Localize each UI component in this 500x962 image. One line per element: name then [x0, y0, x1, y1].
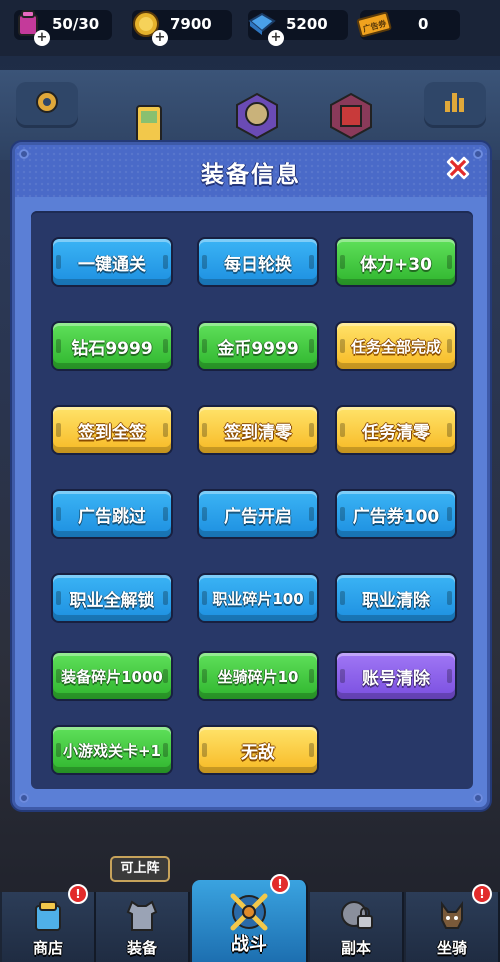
clear-classes-button[interactable]: 职业清除 [335, 573, 457, 623]
tab-label: 商店 [32, 939, 63, 957]
unlock-all-classes-button[interactable]: 职业全解锁 [51, 573, 173, 623]
tab-battle[interactable]: 战斗 ! [192, 874, 308, 962]
coin-value: 7900 [170, 15, 212, 33]
crane-machine-icon [327, 92, 375, 147]
add-coin-icon[interactable]: + [152, 30, 168, 46]
tab-equipment[interactable]: 装备 [96, 892, 190, 962]
sign-in-all-button[interactable]: 签到全签 [51, 405, 173, 455]
locked-dungeon-icon [310, 898, 402, 942]
gear-icon [32, 87, 62, 123]
shop-bag-icon [2, 898, 94, 942]
ticket-resource[interactable]: 广告券 0 [356, 10, 460, 40]
tab-label: 坐骑 [436, 939, 467, 957]
bar-chart-icon [442, 89, 468, 121]
add-gem-icon[interactable]: + [268, 30, 284, 46]
tab-label: 装备 [126, 939, 157, 957]
armor-vest-icon [96, 898, 188, 942]
mount-fragment-button[interactable]: 坐骑碎片10 [197, 651, 319, 701]
panel-title: 装备信息 [201, 162, 301, 188]
tab-dungeon[interactable]: 副本 [310, 892, 404, 962]
clear-account-button[interactable]: 账号清除 [335, 651, 457, 701]
character-portrait-icon [233, 92, 281, 147]
dog-mount-icon [406, 898, 498, 942]
daily-rotation-button[interactable]: 每日轮换 [197, 237, 319, 287]
battle-alert-badge: ! [270, 874, 290, 894]
task-reset-button[interactable]: 任务清零 [335, 405, 457, 455]
stamina-resource[interactable]: + 50/30 [14, 10, 112, 46]
gold-button[interactable]: 金币9999 [197, 321, 319, 371]
screw-decoration [473, 793, 483, 803]
settings-button[interactable] [16, 82, 78, 128]
stats-button[interactable] [424, 82, 486, 128]
ad-skip-button[interactable]: 广告跳过 [51, 489, 173, 539]
equipment-info-panel: 装备信息 一键通关 每日轮换 体力+30 钻石9999 金币9999 任务全部完… [12, 142, 490, 810]
close-icon [442, 152, 474, 188]
equipment-fragment-button[interactable]: 装备碎片1000 [51, 651, 173, 701]
mount-alert-badge: ! [472, 884, 492, 904]
close-button[interactable] [441, 153, 475, 187]
character-button[interactable] [228, 90, 286, 148]
gem-resource[interactable]: + 5200 [248, 10, 348, 46]
gem-value: 5200 [286, 15, 328, 33]
coin-resource[interactable]: + 7900 [132, 10, 232, 46]
invincible-button[interactable]: 无敌 [197, 725, 319, 775]
add-stamina-icon[interactable]: + [34, 30, 50, 46]
deployable-tooltip: 可上阵 [110, 856, 170, 882]
diamond-button[interactable]: 钻石9999 [51, 321, 173, 371]
complete-all-tasks-button[interactable]: 任务全部完成 [335, 321, 457, 371]
stamina-value: 50/30 [52, 15, 100, 33]
tab-shop[interactable]: 商店 ! [2, 884, 96, 962]
class-fragment-button[interactable]: 职业碎片100 [197, 573, 319, 623]
stamina-plus-button[interactable]: 体力+30 [335, 237, 457, 287]
ad-ticket-button[interactable]: 广告券100 [335, 489, 457, 539]
sign-in-reset-button[interactable]: 签到清零 [197, 405, 319, 455]
minigame-level-button[interactable]: 小游戏关卡+1 [51, 725, 173, 775]
ad-ticket-icon: 广告券 [354, 4, 394, 44]
button-grid: 一键通关 每日轮换 体力+30 钻石9999 金币9999 任务全部完成 签到全… [31, 211, 473, 789]
screw-decoration [19, 793, 29, 803]
ad-enable-button[interactable]: 广告开启 [197, 489, 319, 539]
tab-mount[interactable]: 坐骑 ! [406, 884, 500, 962]
one-click-clear-button[interactable]: 一键通关 [51, 237, 173, 287]
machine-button[interactable] [322, 90, 380, 148]
ticket-value: 0 [418, 15, 429, 33]
bottom-nav: 商店 ! 装备 战斗 ! 副本 坐骑 ! [0, 874, 500, 962]
shop-alert-badge: ! [68, 884, 88, 904]
tab-label: 副本 [340, 939, 371, 957]
tab-label: 战斗 [231, 934, 267, 955]
resource-bar: + 50/30 + 7900 + 5200 广告券 0 [0, 0, 500, 56]
